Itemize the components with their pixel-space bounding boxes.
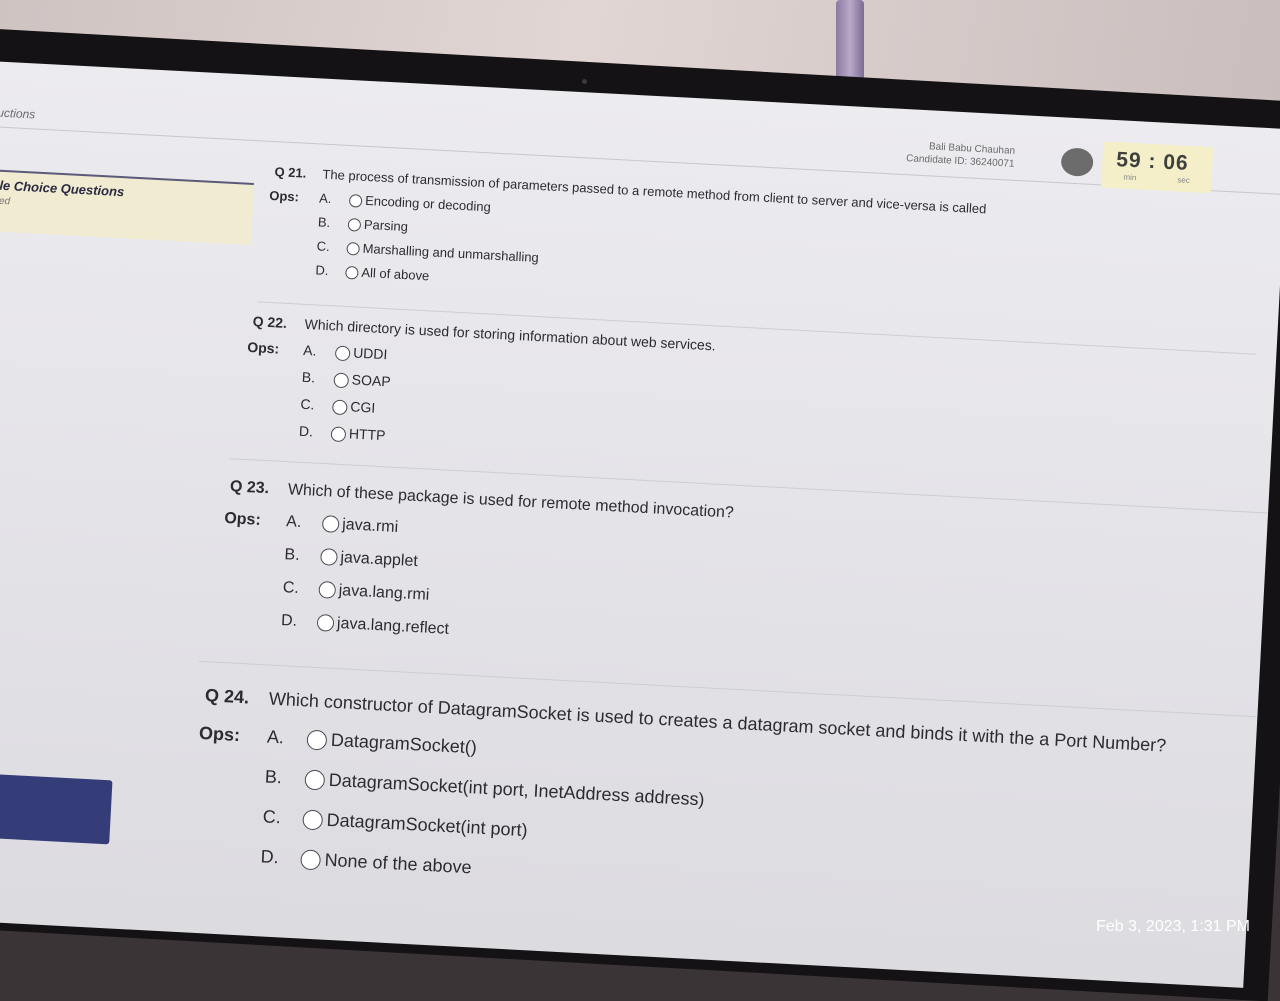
radio-button[interactable]: [321, 515, 340, 534]
timer-sec-label: sec: [1177, 175, 1191, 185]
option-a[interactable]: A. Encoding or decoding: [319, 190, 491, 214]
option-b[interactable]: B. DatagramSocket(int port, InetAddress a…: [264, 766, 705, 810]
option-letter: A.: [318, 190, 332, 207]
radio-button[interactable]: [346, 242, 360, 256]
sidebar-action-button[interactable]: [0, 772, 113, 845]
sidebar-section[interactable]: ple Choice Questions pted: [0, 167, 254, 245]
options-label: Ops:: [246, 338, 280, 357]
option-a[interactable]: A. UDDI: [303, 342, 388, 363]
option-letter: C.: [282, 579, 300, 597]
radio-button[interactable]: [304, 769, 326, 791]
options-label: Ops:: [268, 187, 300, 205]
option-d[interactable]: D. java.lang.reflect: [281, 612, 450, 639]
radio-button[interactable]: [318, 581, 337, 600]
options-label: Ops:: [223, 509, 262, 529]
question-number: Q 23.: [229, 478, 270, 498]
option-letter: B.: [284, 546, 301, 564]
question-number: Q 24.: [204, 685, 250, 708]
option-text: java.rmi: [341, 516, 399, 537]
option-c[interactable]: C. DatagramSocket(int port): [262, 806, 528, 841]
radio-button[interactable]: [334, 345, 351, 362]
option-letter: C.: [262, 806, 282, 828]
option-text: All of above: [361, 264, 430, 284]
sidebar-section-title: ple Choice Questions: [0, 177, 125, 200]
option-letter: A.: [285, 513, 302, 531]
webcam-dot: [582, 79, 587, 84]
breadcrumb-label: uctions: [0, 105, 36, 122]
option-text: None of the above: [324, 849, 473, 878]
exam-screen: uctions ple Choice Questions pted Bali B…: [0, 60, 1280, 988]
option-text: DatagramSocket(int port): [326, 809, 529, 841]
question-number: Q 22.: [252, 313, 288, 331]
question-21: Q 21. The process of transmission of par…: [269, 164, 987, 283]
question-22: Q 22. Which directory is used for storin…: [247, 313, 716, 443]
option-d[interactable]: D. All of above: [315, 262, 430, 283]
radio-button[interactable]: [347, 218, 362, 232]
question-24: Q 24. Which constructor of DatagramSocke…: [199, 685, 1167, 877]
option-a[interactable]: A. java.rmi: [286, 513, 399, 537]
option-letter: B.: [317, 214, 331, 231]
radio-button[interactable]: [300, 849, 322, 871]
option-d[interactable]: D. HTTP: [299, 423, 386, 444]
option-text: java.lang.rmi: [338, 582, 430, 604]
option-text: HTTP: [348, 425, 386, 444]
option-letter: A.: [302, 341, 317, 359]
option-text: SOAP: [351, 371, 392, 390]
option-text: DatagramSocket(int port, InetAddress add…: [328, 769, 706, 810]
option-c[interactable]: C. Marshalling and unmarshalling: [316, 238, 539, 265]
option-letter: B.: [301, 368, 316, 386]
option-text: CGI: [349, 398, 376, 416]
radio-button[interactable]: [330, 426, 347, 442]
question-number: Q 21.: [274, 164, 307, 181]
option-c[interactable]: C. java.lang.rmi: [282, 579, 429, 605]
option-letter: D.: [260, 846, 280, 868]
radio-button[interactable]: [333, 372, 350, 389]
timer-min-label: min: [1123, 172, 1137, 183]
option-letter: D.: [280, 612, 298, 630]
option-b[interactable]: B. SOAP: [301, 369, 391, 390]
option-c[interactable]: C. CGI: [300, 396, 376, 417]
radio-button[interactable]: [331, 399, 348, 416]
option-letter: C.: [300, 395, 315, 413]
radio-button[interactable]: [302, 809, 324, 831]
countdown-timer: 59 : 06 min sec: [1100, 141, 1214, 194]
photo-timestamp: Feb 3, 2023, 1:31 PM: [1096, 918, 1250, 935]
sidebar-section-status: pted: [0, 195, 11, 208]
radio-button[interactable]: [320, 548, 338, 567]
options-label: Ops:: [198, 722, 241, 746]
option-b[interactable]: B. java.applet: [284, 546, 418, 571]
background-cable: [836, 0, 864, 80]
option-d[interactable]: D. None of the above: [260, 846, 472, 878]
option-a[interactable]: A. DatagramSocket(): [266, 726, 477, 758]
option-b[interactable]: B. Parsing: [318, 214, 409, 234]
question-23: Q 23. Which of these package is used for…: [224, 478, 734, 638]
option-letter: D.: [298, 422, 314, 440]
option-text: Encoding or decoding: [364, 192, 492, 215]
radio-button[interactable]: [348, 194, 363, 208]
radio-button[interactable]: [345, 266, 359, 280]
option-letter: B.: [264, 766, 283, 788]
option-text: java.applet: [340, 549, 419, 571]
option-letter: C.: [316, 238, 331, 255]
option-letter: D.: [315, 262, 329, 279]
radio-button[interactable]: [306, 729, 328, 751]
option-text: UDDI: [352, 344, 388, 363]
option-letter: A.: [266, 726, 285, 748]
option-text: Marshalling and unmarshalling: [362, 240, 540, 266]
option-text: Parsing: [363, 216, 409, 235]
option-text: java.lang.reflect: [336, 614, 450, 638]
radio-button[interactable]: [316, 614, 335, 633]
option-text: DatagramSocket(): [330, 729, 478, 758]
